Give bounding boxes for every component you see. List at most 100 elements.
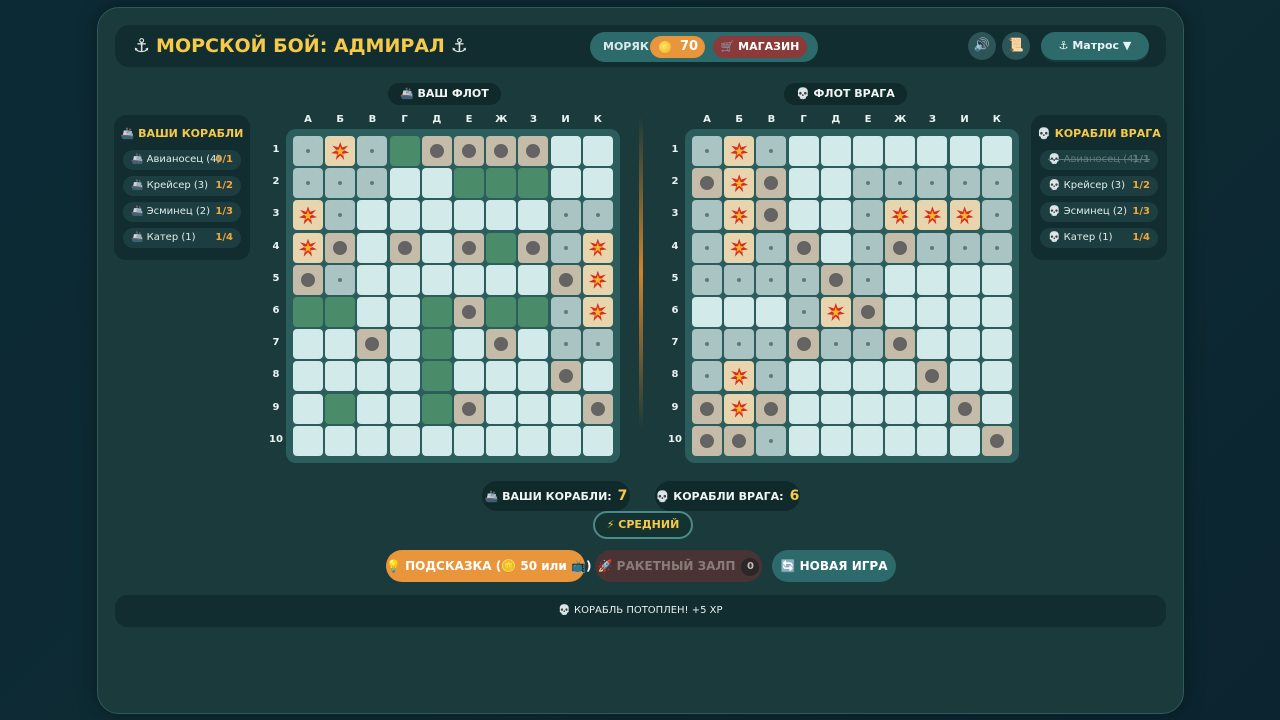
enemy-cell[interactable] <box>756 425 787 456</box>
hint-button[interactable]: 💡 ПОДСКАЗКА (🪙 50 или 📺) <box>386 550 591 582</box>
enemy-cell[interactable] <box>981 264 1012 295</box>
enemy-cell[interactable] <box>724 200 755 231</box>
enemy-cell[interactable] <box>756 297 787 327</box>
difficulty-button[interactable]: ⚡ СРЕДНИЙ <box>593 511 693 539</box>
enemy-cell[interactable] <box>853 200 883 231</box>
enemy-cell[interactable] <box>949 425 980 456</box>
enemy-cell[interactable] <box>820 393 851 424</box>
enemy-cell[interactable] <box>820 168 851 199</box>
enemy-cell[interactable] <box>981 232 1012 263</box>
enemy-cell[interactable] <box>692 329 722 360</box>
enemy-cell[interactable] <box>788 393 819 424</box>
enemy-cell[interactable] <box>820 361 851 392</box>
enemy-cell[interactable] <box>788 168 819 199</box>
enemy-cell[interactable] <box>949 329 980 360</box>
enemy-cell[interactable] <box>820 264 851 295</box>
enemy-cell[interactable] <box>981 329 1012 360</box>
enemy-cell[interactable] <box>788 200 819 231</box>
enemy-cell[interactable] <box>853 297 883 327</box>
enemy-cell[interactable] <box>756 264 787 295</box>
enemy-cell[interactable] <box>981 200 1012 231</box>
enemy-cell[interactable] <box>917 168 948 199</box>
enemy-cell[interactable] <box>885 200 916 231</box>
enemy-cell[interactable] <box>788 361 819 392</box>
enemy-cell[interactable] <box>820 329 851 360</box>
enemy-cell[interactable] <box>917 200 948 231</box>
enemy-cell[interactable] <box>788 329 819 360</box>
enemy-cell[interactable] <box>885 297 916 327</box>
enemy-cell[interactable] <box>949 361 980 392</box>
enemy-cell[interactable] <box>949 200 980 231</box>
enemy-cell[interactable] <box>724 297 755 327</box>
enemy-cell[interactable] <box>853 168 883 199</box>
enemy-cell[interactable] <box>917 232 948 263</box>
enemy-cell[interactable] <box>756 200 787 231</box>
enemy-cell[interactable] <box>756 393 787 424</box>
scroll-icon[interactable]: 📜 <box>1002 32 1030 60</box>
enemy-cell[interactable] <box>692 425 722 456</box>
enemy-cell[interactable] <box>692 200 722 231</box>
enemy-cell[interactable] <box>756 361 787 392</box>
enemy-cell[interactable] <box>949 232 980 263</box>
enemy-cell[interactable] <box>981 297 1012 327</box>
enemy-cell[interactable] <box>885 329 916 360</box>
enemy-cell[interactable] <box>820 232 851 263</box>
enemy-cell[interactable] <box>885 425 916 456</box>
enemy-cell[interactable] <box>692 264 722 295</box>
enemy-cell[interactable] <box>981 425 1012 456</box>
enemy-cell[interactable] <box>949 168 980 199</box>
rocket-salvo-button[interactable]: 🚀 РАКЕТНЫЙ ЗАЛП 0 <box>595 550 762 582</box>
enemy-cell[interactable] <box>692 393 722 424</box>
enemy-cell[interactable] <box>820 297 851 327</box>
enemy-cell[interactable] <box>692 232 722 263</box>
enemy-cell[interactable] <box>885 361 916 392</box>
enemy-cell[interactable] <box>853 393 883 424</box>
enemy-cell[interactable] <box>756 168 787 199</box>
shop-button[interactable]: 🛒 МАГАЗИН <box>713 36 807 58</box>
enemy-cell[interactable] <box>788 425 819 456</box>
enemy-cell[interactable] <box>885 168 916 199</box>
enemy-cell[interactable] <box>885 232 916 263</box>
enemy-cell[interactable] <box>724 232 755 263</box>
enemy-cell[interactable] <box>820 136 851 166</box>
enemy-cell[interactable] <box>756 232 787 263</box>
enemy-cell[interactable] <box>692 297 722 327</box>
enemy-cell[interactable] <box>981 168 1012 199</box>
enemy-cell[interactable] <box>917 393 948 424</box>
enemy-cell[interactable] <box>917 264 948 295</box>
sound-icon[interactable]: 🔊 <box>968 32 996 60</box>
enemy-cell[interactable] <box>853 361 883 392</box>
enemy-cell[interactable] <box>917 425 948 456</box>
enemy-cell[interactable] <box>788 264 819 295</box>
enemy-cell[interactable] <box>724 136 755 166</box>
enemy-cell[interactable] <box>917 361 948 392</box>
new-game-button[interactable]: 🔄 НОВАЯ ИГРА <box>772 550 896 582</box>
enemy-cell[interactable] <box>853 425 883 456</box>
enemy-cell[interactable] <box>853 136 883 166</box>
enemy-cell[interactable] <box>917 136 948 166</box>
enemy-cell[interactable] <box>756 329 787 360</box>
enemy-cell[interactable] <box>692 168 722 199</box>
enemy-cell[interactable] <box>692 136 722 166</box>
enemy-cell[interactable] <box>885 264 916 295</box>
enemy-cell[interactable] <box>756 136 787 166</box>
enemy-cell[interactable] <box>724 393 755 424</box>
enemy-cell[interactable] <box>949 136 980 166</box>
enemy-cell[interactable] <box>981 136 1012 166</box>
enemy-cell[interactable] <box>820 425 851 456</box>
enemy-cell[interactable] <box>853 232 883 263</box>
enemy-cell[interactable] <box>692 361 722 392</box>
enemy-cell[interactable] <box>788 136 819 166</box>
enemy-cell[interactable] <box>917 297 948 327</box>
enemy-cell[interactable] <box>724 168 755 199</box>
enemy-cell[interactable] <box>724 329 755 360</box>
player-menu-button[interactable]: ⚓ Матрос ▼ <box>1041 32 1149 60</box>
enemy-cell[interactable] <box>949 393 980 424</box>
enemy-cell[interactable] <box>949 297 980 327</box>
enemy-cell[interactable] <box>853 264 883 295</box>
enemy-cell[interactable] <box>949 264 980 295</box>
enemy-cell[interactable] <box>981 393 1012 424</box>
enemy-cell[interactable] <box>917 329 948 360</box>
enemy-cell[interactable] <box>885 136 916 166</box>
enemy-cell[interactable] <box>981 361 1012 392</box>
